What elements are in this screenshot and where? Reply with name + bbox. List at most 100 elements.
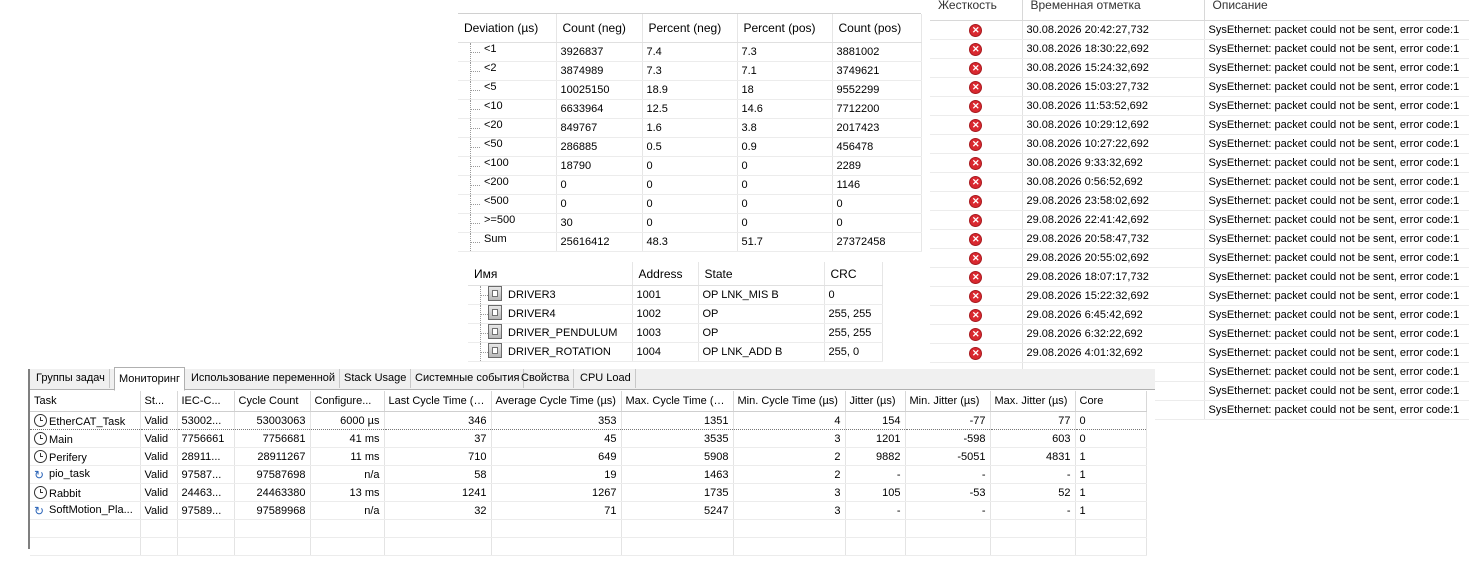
column-header[interactable]: Cycle Count: [234, 391, 311, 412]
log-row[interactable]: ✕ 29.08.2026 18:07:17,732 SysEthernet: pac…: [930, 267, 1469, 287]
table-cell: 0: [556, 194, 643, 214]
column-header[interactable]: CRC: [824, 262, 883, 286]
table-cell: 456478: [832, 137, 922, 157]
table-row[interactable]: <200 0 0 0 1146: [458, 175, 922, 195]
log-row[interactable]: ✕ 30.08.2026 15:24:32,692 SysEthernet: pac…: [930, 58, 1469, 78]
table-cell: 3926837: [556, 42, 643, 62]
severity-cell: ✕: [930, 58, 1023, 78]
log-row[interactable]: ✕ 29.08.2026 4:01:32,692 SysEthernet: pack…: [930, 343, 1469, 363]
table-row[interactable]: <1 3926837 7.4 7.3 3881002: [458, 42, 922, 62]
log-row[interactable]: ✕ 30.08.2026 10:27:22,692 SysEthernet: pac…: [930, 134, 1469, 154]
table-row[interactable]: Sum 25616412 48.3 51.7 27372458: [458, 232, 922, 252]
column-header[interactable]: State: [698, 262, 825, 286]
error-icon: ✕: [970, 177, 982, 188]
deviation-bucket-label: <1: [484, 43, 497, 55]
error-icon: ✕: [970, 310, 982, 321]
column-header[interactable]: Deviation (µs): [458, 14, 557, 43]
task-row[interactable]: Perifery Valid 28911... 28911267 11 ms 710 649…: [30, 447, 1147, 466]
device-icon: [488, 324, 502, 339]
column-header[interactable]: Временная отметка: [1022, 0, 1205, 21]
table-cell: 52: [990, 483, 1076, 502]
log-row[interactable]: ✕ 29.08.2026 15:22:32,692 SysEthernet: pac…: [930, 286, 1469, 306]
driver-row[interactable]: DRIVER_ROTATION 1004 OP LNK_ADD B 255, 0: [468, 342, 883, 362]
column-header[interactable]: Жесткость: [930, 0, 1023, 21]
driver-row[interactable]: DRIVER4 1002 OP 255, 255: [468, 304, 883, 324]
column-header[interactable]: Core: [1075, 391, 1147, 412]
device-icon: [488, 343, 502, 358]
log-row[interactable]: ✕ 30.08.2026 9:33:32,692 SysEthernet: pack…: [930, 153, 1469, 173]
table-cell: 13 ms: [310, 483, 385, 502]
tab-0[interactable]: Группы задач: [32, 369, 110, 388]
task-row[interactable]: EtherCAT_Task Valid 53002... 53003063 6000 µ…: [30, 411, 1147, 430]
column-header[interactable]: Count (neg): [556, 14, 643, 43]
table-cell: [140, 537, 178, 556]
column-header[interactable]: Count (pos): [832, 14, 922, 43]
table-row[interactable]: <2 3874989 7.3 7.1 3749621: [458, 61, 922, 81]
log-row[interactable]: ✕ 30.08.2026 10:29:12,692 SysEthernet: pac…: [930, 115, 1469, 135]
table-cell: 4831: [990, 447, 1076, 466]
table-row[interactable]: <50 286885 0.5 0.9 456478: [458, 137, 922, 157]
column-header[interactable]: Average Cycle Time (µs): [491, 391, 622, 412]
table-cell: [384, 537, 492, 556]
log-row[interactable]: ✕ 30.08.2026 0:56:52,692 SysEthernet: pack…: [930, 172, 1469, 192]
driver-row[interactable]: DRIVER_PENDULUM 1003 OP 255, 255: [468, 323, 883, 343]
column-header[interactable]: IEC-C...: [177, 391, 235, 412]
driver-row[interactable]: DRIVER3 1001 OP LNK_MIS B0: [468, 285, 883, 305]
table-row[interactable]: <20 849767 1.6 3.8 2017423: [458, 118, 922, 138]
column-header[interactable]: Address: [632, 262, 699, 286]
description-cell: SysEthernet: packet could not be sent, e…: [1204, 153, 1469, 173]
column-header[interactable]: Percent (pos): [737, 14, 833, 43]
log-row[interactable]: ✕ 29.08.2026 22:41:42,692 SysEthernet: pac…: [930, 210, 1469, 230]
tab-2[interactable]: Использование переменной: [187, 369, 341, 388]
tab-1[interactable]: Мониторинг: [114, 367, 186, 391]
table-cell: 1001: [632, 285, 699, 305]
log-row[interactable]: ✕ 30.08.2026 20:42:27,732 SysEthernet: pac…: [930, 20, 1469, 40]
table-cell: -: [990, 501, 1076, 520]
column-header[interactable]: Jitter (µs): [845, 391, 906, 412]
column-header[interactable]: Min. Jitter (µs): [905, 391, 991, 412]
table-row[interactable]: >=500 30 0 0 0: [458, 213, 922, 233]
task-monitor-panel: Группы задач Мониторинг Использование пере…: [28, 367, 1155, 556]
tree-connector-icon: [458, 176, 484, 194]
log-row[interactable]: ✕ 30.08.2026 15:03:27,732 SysEthernet: pac…: [930, 77, 1469, 97]
log-row[interactable]: ✕ 30.08.2026 18:30:22,692 SysEthernet: pac…: [930, 39, 1469, 59]
table-row[interactable]: <10 6633964 12.5 14.6 7712200: [458, 99, 922, 119]
tree-connector-icon: [458, 43, 484, 61]
column-header[interactable]: Max. Cycle Time (µs): [621, 391, 734, 412]
severity-cell: ✕: [930, 267, 1023, 287]
table-cell: 1: [1075, 447, 1147, 466]
description-cell: SysEthernet: packet could not be sent, e…: [1204, 248, 1469, 268]
log-row[interactable]: ✕ 29.08.2026 6:45:42,692 SysEthernet: pack…: [930, 305, 1469, 325]
column-header[interactable]: Percent (neg): [642, 14, 738, 43]
log-row[interactable]: ✕ 29.08.2026 20:58:47,732 SysEthernet: pac…: [930, 229, 1469, 249]
column-header[interactable]: Min. Cycle Time (µs): [733, 391, 846, 412]
column-header[interactable]: Описание: [1204, 0, 1469, 21]
tab-4[interactable]: Системные события: [411, 369, 525, 388]
tab-3[interactable]: Stack Usage: [340, 369, 412, 388]
column-header[interactable]: Max. Jitter (µs): [990, 391, 1076, 412]
log-row[interactable]: ✕ 30.08.2026 11:53:52,692 SysEthernet: pac…: [930, 96, 1469, 116]
column-header[interactable]: Configure...: [310, 391, 385, 412]
task-row[interactable]: Main Valid 7756661 7756681 41 ms 37 45 3535 3 120…: [30, 429, 1147, 448]
table-cell: 27372458: [832, 232, 922, 252]
table-row[interactable]: <100 18790 0 0 2289: [458, 156, 922, 176]
column-header[interactable]: St...: [140, 391, 178, 412]
column-header[interactable]: Имя: [468, 262, 633, 286]
log-row[interactable]: ✕ 29.08.2026 23:58:02,692 SysEthernet: pac…: [930, 191, 1469, 211]
table-cell: 2017423: [832, 118, 922, 138]
column-header[interactable]: Task: [30, 391, 141, 412]
task-row[interactable]: ↻ pio_task Valid 97587... 97587698 n/a 58 19 146…: [30, 465, 1147, 484]
table-cell: -5051: [905, 447, 991, 466]
log-row[interactable]: ✕ 29.08.2026 6:32:22,692 SysEthernet: pack…: [930, 324, 1469, 344]
table-cell: 1002: [632, 304, 699, 324]
tab-6[interactable]: CPU Load: [576, 369, 636, 388]
column-header[interactable]: Last Cycle Time (µs): [384, 391, 492, 412]
task-row[interactable]: Rabbit Valid 24463... 24463380 13 ms 1241 1267…: [30, 483, 1147, 502]
log-row[interactable]: ✕ 29.08.2026 20:55:02,692 SysEthernet: pac…: [930, 248, 1469, 268]
tab-5[interactable]: Свойства: [517, 369, 575, 388]
table-cell: -53: [905, 483, 991, 502]
task-row[interactable]: ↻ SoftMotion_Pla... Valid 97589... 97589968 n…: [30, 501, 1147, 520]
table-row[interactable]: <500 0 0 0 0: [458, 194, 922, 214]
table-cell: 24463380: [234, 483, 311, 502]
table-row[interactable]: <5 10025150 18.9 18 9552299: [458, 80, 922, 100]
